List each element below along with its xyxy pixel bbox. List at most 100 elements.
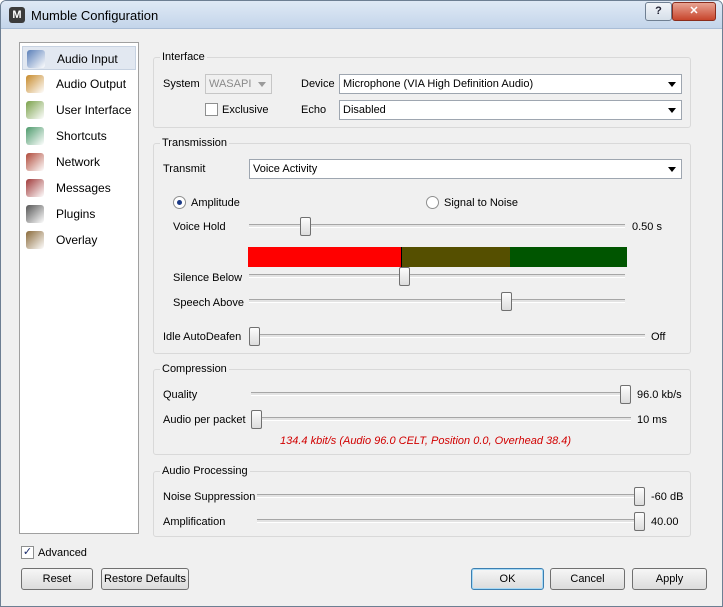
sidebar-item-shortcuts[interactable]: Shortcuts <box>22 124 136 148</box>
transmit-select[interactable]: Voice Activity <box>249 159 682 179</box>
noise-suppression-slider-track <box>257 494 645 498</box>
echo-label: Echo <box>301 104 327 116</box>
quality-value: 96.0 kb/s <box>637 389 682 401</box>
audio-level-meter-red <box>248 247 402 267</box>
transmit-select-value: Voice Activity <box>253 163 318 175</box>
amplification-slider-track <box>257 519 645 523</box>
sidebar-item-label: Audio Input <box>57 52 118 66</box>
amplitude-radio[interactable] <box>173 196 186 209</box>
sidebar-item-audio-output[interactable]: Audio Output <box>22 72 136 96</box>
idle-autodeafen-slider-track <box>249 334 645 338</box>
idle-autodeafen-label: Idle AutoDeafen <box>163 331 242 343</box>
silence-below-label: Silence Below <box>173 272 243 284</box>
system-select[interactable]: WASAPI <box>205 74 272 94</box>
help-button[interactable]: ? <box>645 2 672 21</box>
ok-button[interactable]: OK <box>471 568 544 590</box>
system-select-value: WASAPI <box>209 78 252 90</box>
echo-select[interactable]: Disabled <box>339 100 682 120</box>
noise-suppression-label: Noise Suppression <box>163 491 256 503</box>
echo-select-value: Disabled <box>343 104 386 116</box>
voice-hold-slider-handle[interactable] <box>300 217 312 236</box>
audio-processing-group-title: Audio Processing <box>160 465 250 477</box>
reset-button[interactable]: Reset <box>21 568 93 590</box>
sidebar-item-label: Messages <box>56 181 111 195</box>
sidebar-item-overlay[interactable]: Overlay <box>22 228 136 252</box>
signal-to-noise-label: Signal to Noise <box>444 197 518 209</box>
noise-suppression-slider-handle[interactable] <box>634 487 645 506</box>
close-button[interactable]: ✕ <box>672 2 716 21</box>
advanced-label: Advanced <box>38 547 87 559</box>
network-icon <box>26 153 44 171</box>
audio-processing-group <box>153 471 691 537</box>
exclusive-checkbox[interactable] <box>205 103 218 116</box>
amplitude-label: Amplitude <box>191 197 240 209</box>
title-bar[interactable]: M Mumble Configuration ? ✕ <box>1 1 722 29</box>
chevron-down-icon <box>668 108 676 113</box>
sidebar-item-label: Audio Output <box>56 77 127 91</box>
chevron-down-icon <box>668 82 676 87</box>
bitrate-info: 134.4 kbit/s (Audio 96.0 CELT, Position … <box>280 435 572 447</box>
sidebar-item-plugins[interactable]: Plugins <box>22 202 136 226</box>
exclusive-label: Exclusive <box>222 104 269 116</box>
silence-below-slider-handle[interactable] <box>398 267 410 286</box>
quality-label: Quality <box>163 389 198 401</box>
audio-level-meter-yellow <box>402 247 510 267</box>
shortcuts-icon <box>26 127 44 145</box>
plugins-icon <box>26 205 44 223</box>
audio-per-packet-slider-handle[interactable] <box>251 410 262 429</box>
device-select-value: Microphone (VIA High Definition Audio) <box>343 78 534 90</box>
restore-defaults-button[interactable]: Restore Defaults <box>101 568 189 590</box>
device-select[interactable]: Microphone (VIA High Definition Audio) <box>339 74 682 94</box>
apply-button[interactable]: Apply <box>632 568 707 590</box>
quality-slider-handle[interactable] <box>620 385 631 404</box>
amplification-label: Amplification <box>163 516 226 528</box>
audio-per-packet-slider-track <box>251 417 631 421</box>
amplification-value: 40.00 <box>651 516 679 528</box>
mumble-app-icon: M <box>9 7 25 23</box>
transmit-label: Transmit <box>163 163 206 175</box>
speech-above-label: Speech Above <box>173 297 244 309</box>
audio-per-packet-value: 10 ms <box>637 414 667 426</box>
sidebar-item-label: Plugins <box>56 207 96 221</box>
voice-hold-value: 0.50 s <box>632 221 662 233</box>
compression-group-title: Compression <box>160 363 229 375</box>
cancel-button[interactable]: Cancel <box>550 568 625 590</box>
messages-icon <box>26 179 44 197</box>
amplification-slider-handle[interactable] <box>634 512 645 531</box>
chevron-down-icon <box>258 82 266 87</box>
speech-above-slider-track <box>249 299 625 303</box>
system-label: System <box>163 78 200 90</box>
sidebar-item-label: Shortcuts <box>56 129 107 143</box>
sidebar-item-label: Overlay <box>56 233 98 247</box>
transmission-group-title: Transmission <box>160 137 229 149</box>
speech-above-slider-handle[interactable] <box>500 292 512 311</box>
idle-autodeafen-value: Off <box>651 331 666 343</box>
level-meter-marker <box>401 247 402 267</box>
overlay-icon <box>26 231 44 249</box>
idle-autodeafen-slider-handle[interactable] <box>249 327 260 346</box>
audio-level-meter-green <box>510 247 627 267</box>
interface-group-title: Interface <box>160 51 207 63</box>
advanced-checkbox[interactable]: ✓ <box>21 546 34 559</box>
voice-hold-label: Voice Hold <box>173 221 226 233</box>
noise-suppression-value: -60 dB <box>651 491 684 503</box>
sidebar-item-label: Network <box>56 155 101 169</box>
checkmark-icon: ✓ <box>22 546 33 558</box>
chevron-down-icon <box>668 167 676 172</box>
sidebar-item-network[interactable]: Network <box>22 150 136 174</box>
audio-per-packet-label: Audio per packet <box>163 414 246 426</box>
silence-below-slider-track <box>249 274 625 278</box>
sidebar-item-label: User Interface <box>56 103 132 117</box>
audio-output-icon <box>26 75 44 93</box>
user-interface-icon <box>26 101 44 119</box>
device-label: Device <box>301 78 335 90</box>
sidebar-item-user-interface[interactable]: User Interface <box>22 98 136 122</box>
signal-to-noise-radio[interactable] <box>426 196 439 209</box>
sidebar-item-audio-input[interactable]: Audio Input <box>22 46 136 70</box>
window-title: Mumble Configuration <box>31 8 159 23</box>
sidebar-item-messages[interactable]: Messages <box>22 176 136 200</box>
quality-slider-track <box>251 392 631 396</box>
settings-category-list: Audio Input Audio Output User Interface … <box>19 42 139 534</box>
mumble-configuration-window: M Mumble Configuration ? ✕ Audio Input A… <box>0 0 723 607</box>
audio-input-icon <box>27 50 45 68</box>
